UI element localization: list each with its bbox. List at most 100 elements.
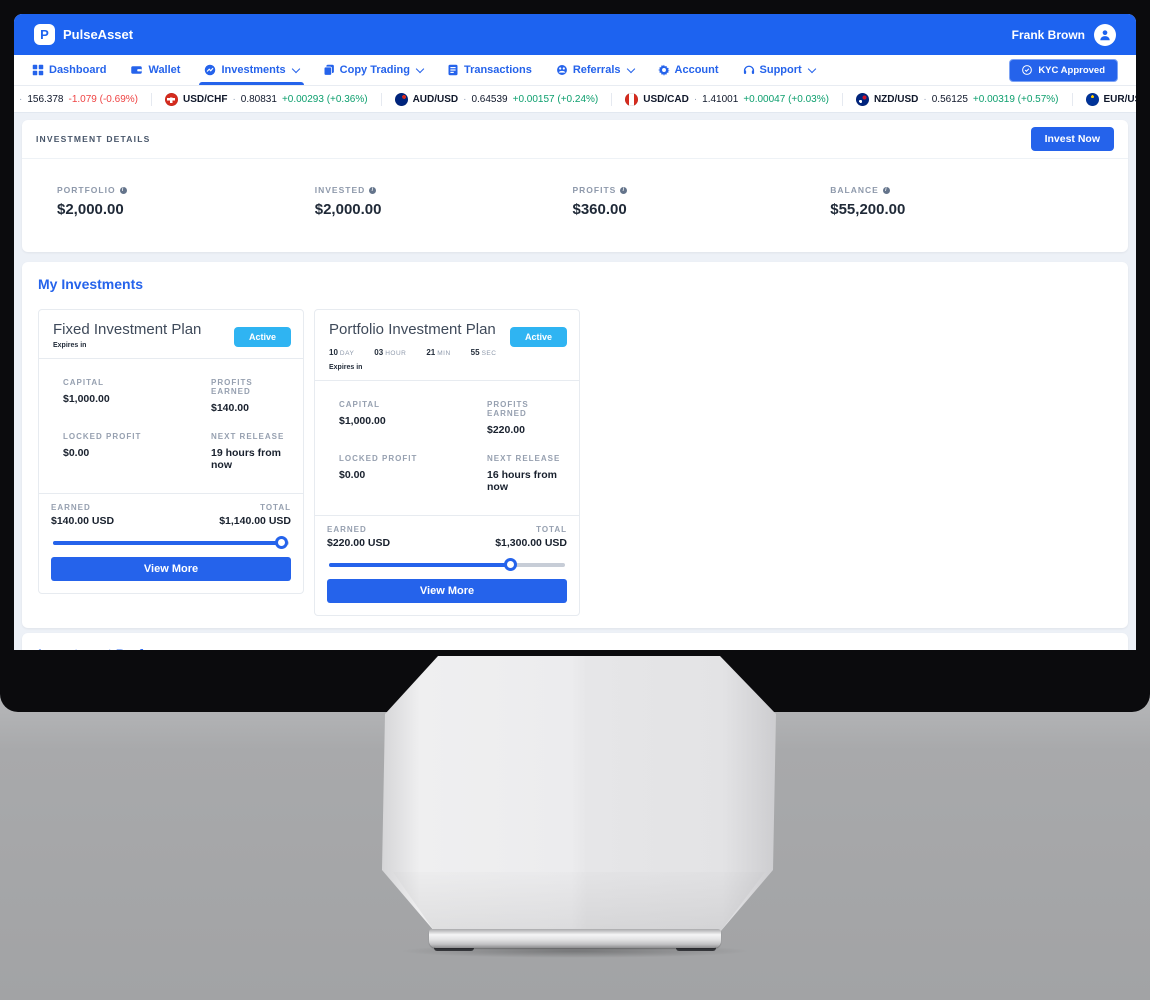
expires-label: Expires in <box>329 364 567 371</box>
person-icon <box>1098 28 1112 42</box>
monitor-base <box>429 929 721 948</box>
chevron-down-icon <box>807 64 815 72</box>
pulseasset-app-window: P PulseAsset Frank Brown Dashboard Walle… <box>14 14 1136 650</box>
ticker-item[interactable]: EUR/USD · 1.15155 -0.00114 (-0.10%) <box>1072 93 1136 106</box>
nav-item-transactions[interactable]: Transactions <box>447 55 532 85</box>
chevron-down-icon <box>291 64 299 72</box>
user-avatar[interactable] <box>1094 24 1116 46</box>
ticker-pair: USD/CHF <box>183 94 227 105</box>
total-value: $1,140.00 USD <box>219 515 291 527</box>
brand-name[interactable]: PulseAsset <box>63 27 133 42</box>
stat-label: INVESTED <box>315 185 366 195</box>
nav-item-referrals[interactable]: Referrals <box>556 55 634 85</box>
field-label: CAPITAL <box>63 378 211 387</box>
ticker-item[interactable]: NZD/USD · 0.56125 +0.00319 (+0.57%) <box>842 93 1072 106</box>
info-icon[interactable]: i <box>883 187 890 194</box>
nav-item-support[interactable]: Support <box>743 55 815 85</box>
kyc-approved-button[interactable]: KYC Approved <box>1009 59 1118 82</box>
view-more-button[interactable]: View More <box>51 557 291 581</box>
slider-thumb[interactable] <box>504 558 517 571</box>
total-group: TOTAL $1,300.00 USD <box>495 525 567 549</box>
forex-ticker-bar: · 156.378 -1.079 (-0.69%) USD/CHF · 0.80… <box>14 86 1136 113</box>
ticker-sep: · <box>232 94 235 105</box>
slider-thumb[interactable] <box>275 536 288 549</box>
nav-item-investments[interactable]: Investments <box>204 55 298 85</box>
info-icon[interactable]: i <box>120 187 127 194</box>
field-value: $1,000.00 <box>339 415 487 427</box>
countdown-unit: SEC <box>482 350 497 357</box>
user-name[interactable]: Frank Brown <box>1012 28 1085 42</box>
ticker-price: 0.56125 <box>932 94 968 105</box>
countdown-value: 10 <box>329 348 338 357</box>
field-value: 16 hours from now <box>487 469 569 493</box>
stat-value: $55,200.00 <box>830 201 1088 218</box>
field-locked-profit: LOCKED PROFIT $0.00 <box>63 432 211 471</box>
stat-value: $2,000.00 <box>57 201 315 218</box>
field-value: 19 hours from now <box>211 447 293 471</box>
countdown-value: 03 <box>374 348 383 357</box>
earnings-progress-slider[interactable] <box>53 536 289 549</box>
stats-row: PORTFOLIOi $2,000.00 INVESTEDi $2,000.00… <box>22 159 1128 252</box>
ticker-change: +0.00047 (+0.03%) <box>743 94 829 105</box>
kyc-check-icon <box>1022 65 1032 75</box>
earned-label: EARNED <box>327 525 390 534</box>
nav-item-dashboard[interactable]: Dashboard <box>32 55 106 85</box>
nav-label: Support <box>760 64 802 76</box>
view-more-button[interactable]: View More <box>327 579 567 603</box>
investments-icon <box>204 64 216 76</box>
field-next-release: NEXT RELEASE 19 hours from now <box>211 432 293 471</box>
field-label: LOCKED PROFIT <box>63 432 211 441</box>
ticker-change: +0.00293 (+0.36%) <box>282 94 368 105</box>
info-icon[interactable]: i <box>369 187 376 194</box>
info-icon[interactable]: i <box>620 187 627 194</box>
slider-fill <box>53 541 282 545</box>
nav-item-copy-trading[interactable]: Copy Trading <box>323 55 423 85</box>
nav-item-wallet[interactable]: Wallet <box>130 55 180 85</box>
transactions-icon <box>447 64 459 76</box>
stat-portfolio: PORTFOLIOi $2,000.00 <box>57 185 315 218</box>
nzdusd-flag-icon <box>856 93 869 106</box>
ticker-item[interactable]: · 156.378 -1.079 (-0.69%) <box>14 94 151 105</box>
my-investments-heading: My Investments <box>38 276 1112 292</box>
ticker-change: -1.079 (-0.69%) <box>69 94 138 105</box>
invest-now-button[interactable]: Invest Now <box>1031 127 1114 151</box>
field-value: $0.00 <box>63 447 211 459</box>
stat-label: PROFITS <box>573 185 617 195</box>
field-capital: CAPITAL $1,000.00 <box>339 400 487 436</box>
earnings-progress-slider[interactable] <box>329 558 565 571</box>
ticker-change: +0.00319 (+0.57%) <box>973 94 1059 105</box>
field-label: LOCKED PROFIT <box>339 454 487 463</box>
ticker-item[interactable]: AUD/USD · 0.64539 +0.00157 (+0.24%) <box>381 93 612 106</box>
headset-icon <box>743 64 755 76</box>
field-label: CAPITAL <box>339 400 487 409</box>
status-badge[interactable]: Active <box>234 327 291 347</box>
field-label: PROFITS EARNED <box>211 378 293 396</box>
ticker-item[interactable]: USD/CAD · 1.41001 +0.00047 (+0.03%) <box>611 93 842 106</box>
nav-item-account[interactable]: Account <box>658 55 719 85</box>
chevron-down-icon <box>416 64 424 72</box>
field-profits-earned: PROFITS EARNED $140.00 <box>211 378 293 414</box>
ticker-price: 156.378 <box>27 94 63 105</box>
nav-label: Referrals <box>573 64 621 76</box>
main-content: INVESTMENT DETAILS Invest Now PORTFOLIOi… <box>14 113 1136 650</box>
ticker-item[interactable]: USD/CHF · 0.80831 +0.00293 (+0.36%) <box>151 93 381 106</box>
countdown-unit: DAY <box>340 350 354 357</box>
wallet-icon <box>130 64 143 76</box>
status-badge[interactable]: Active <box>510 327 567 347</box>
usdchf-flag-icon <box>165 93 178 106</box>
total-label: TOTAL <box>219 503 291 512</box>
investment-details-title: INVESTMENT DETAILS <box>36 134 150 144</box>
gear-icon <box>658 64 670 76</box>
field-value: $140.00 <box>211 402 293 414</box>
countdown-unit: MIN <box>437 350 450 357</box>
nav-label: Copy Trading <box>340 64 410 76</box>
plan-card-portfolio: Portfolio Investment Plan 10DAY 03HOUR 2… <box>314 309 580 616</box>
stat-value: $360.00 <box>573 201 831 218</box>
ticker-pair: USD/CAD <box>643 94 689 105</box>
field-value: $220.00 <box>487 424 569 436</box>
nav-label: Transactions <box>464 64 532 76</box>
main-nav: Dashboard Wallet Investments Copy Tradin… <box>14 55 1136 86</box>
investment-details-card: INVESTMENT DETAILS Invest Now PORTFOLIOi… <box>22 120 1128 252</box>
ticker-sep: · <box>19 94 22 105</box>
brand-logo-icon[interactable]: P <box>34 24 55 45</box>
